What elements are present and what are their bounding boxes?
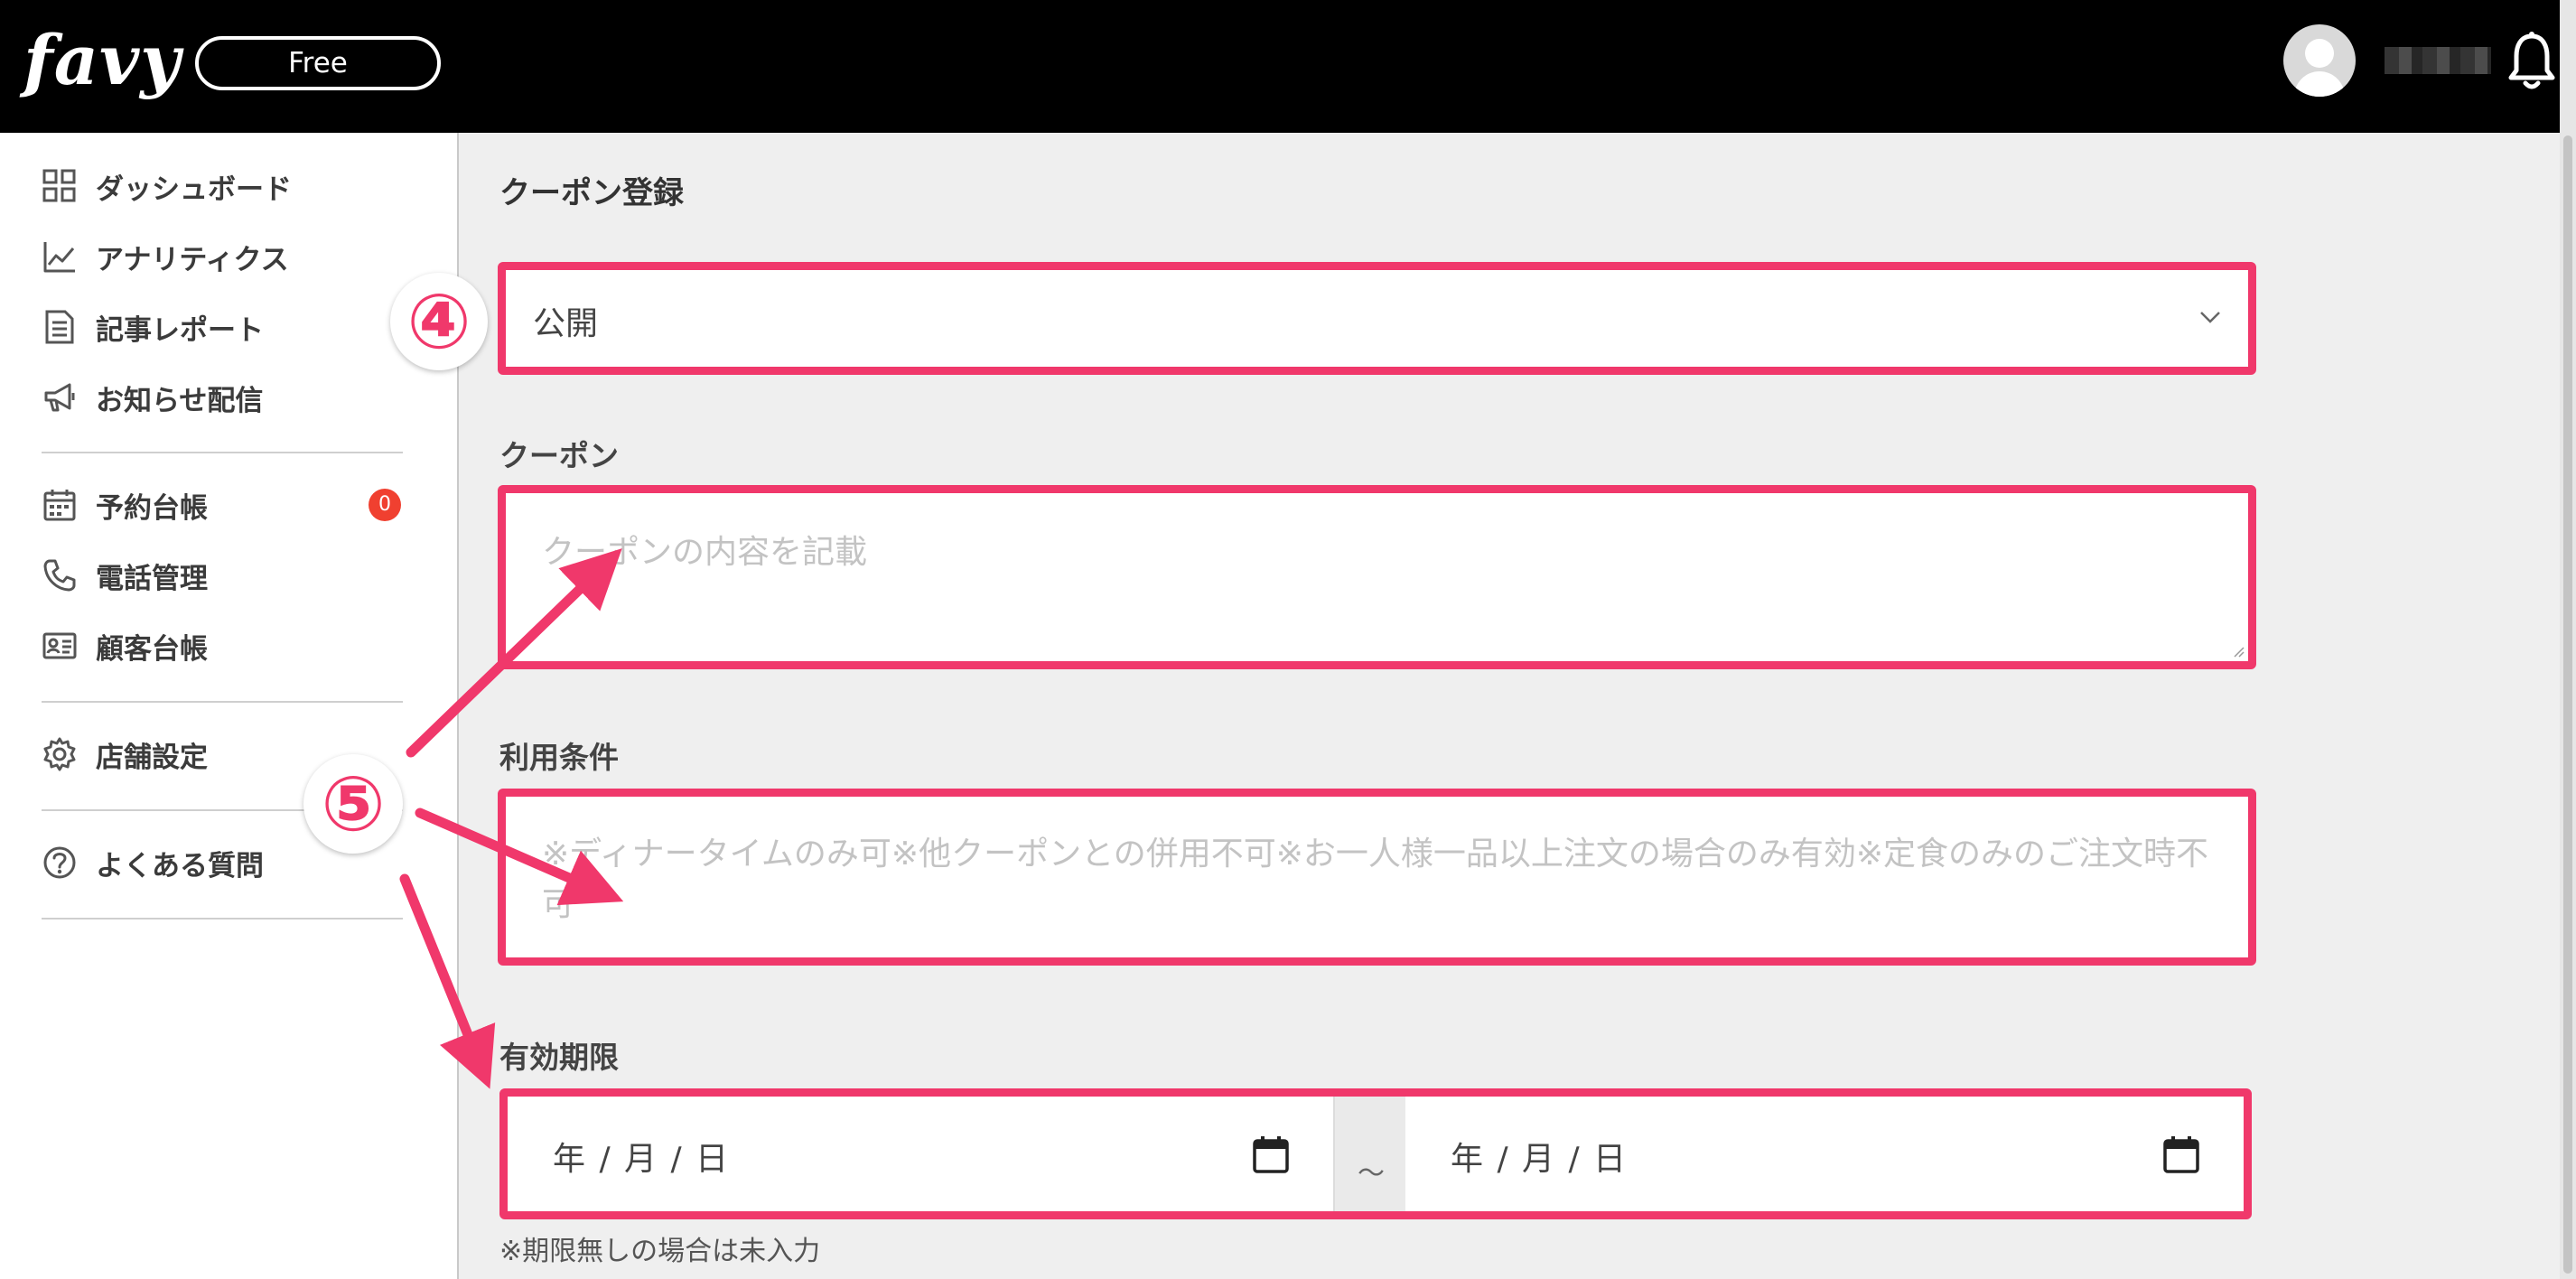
step-5-marker: ⑤ [303, 754, 403, 854]
arrow-to-conditions [415, 808, 624, 906]
scrollbar-thumb[interactable] [2563, 135, 2572, 1274]
arrow-to-validity [399, 873, 496, 1089]
step-4-marker: ④ [390, 273, 488, 370]
annotation-arrows [399, 548, 624, 1089]
arrow-to-coupon [406, 548, 622, 758]
